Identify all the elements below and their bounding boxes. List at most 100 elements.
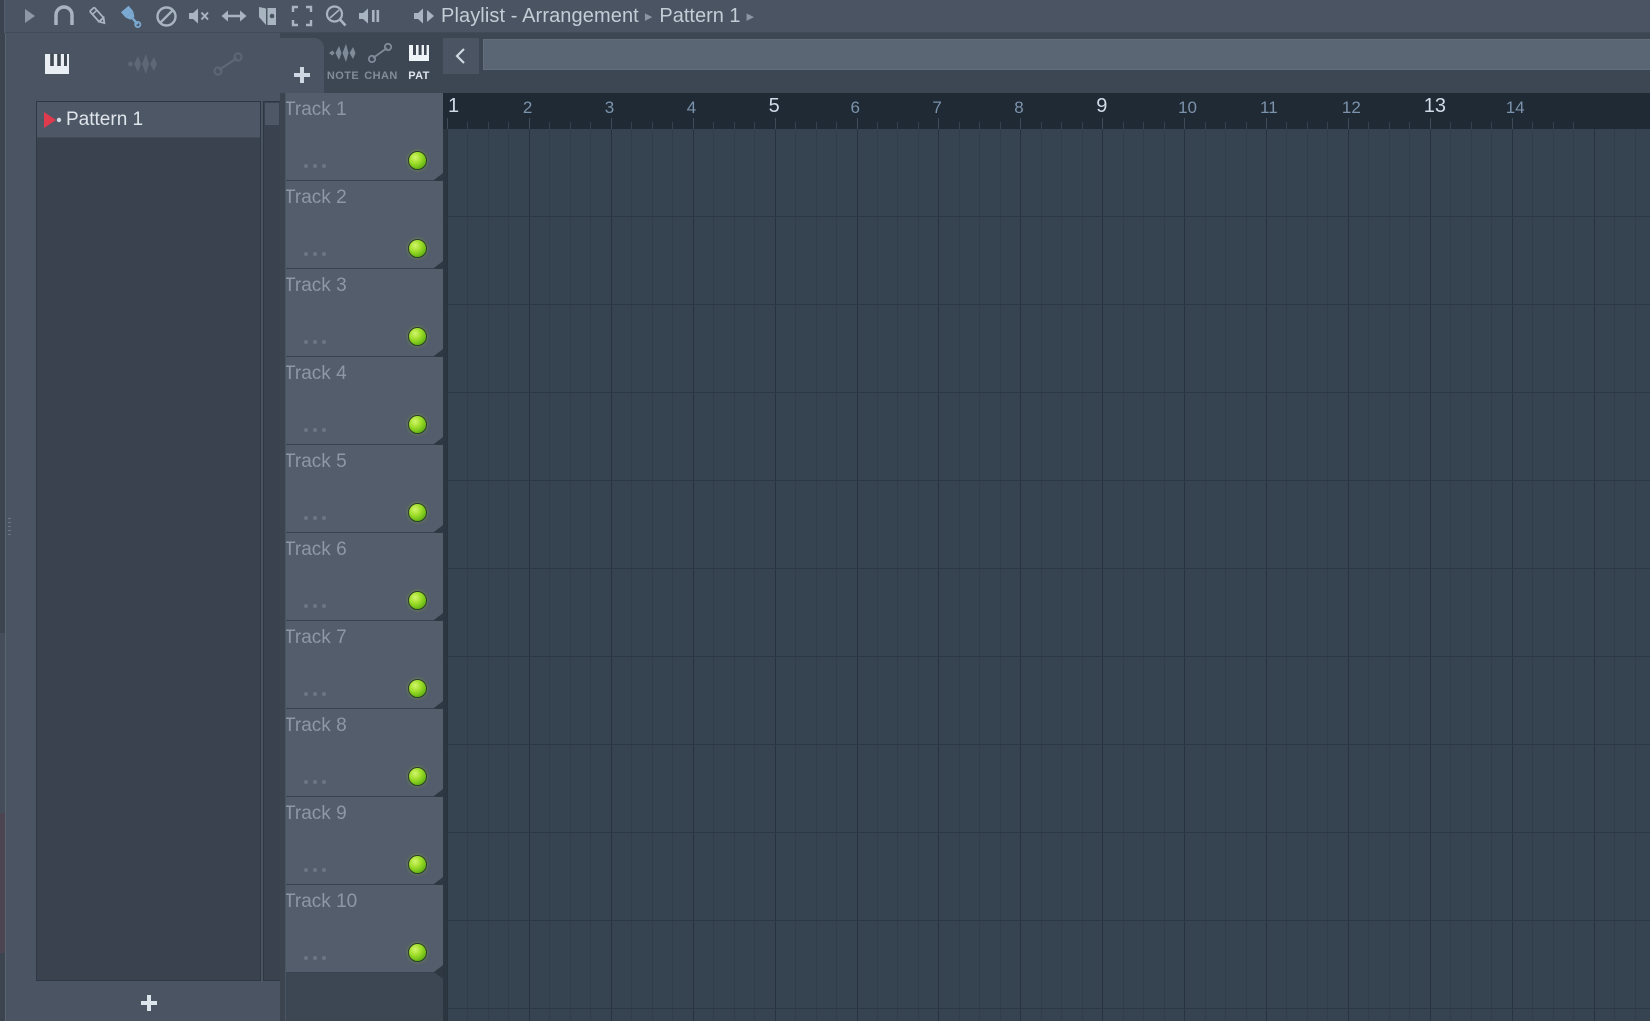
mute-tool-icon[interactable] xyxy=(183,0,217,33)
track-enable-led[interactable] xyxy=(408,415,427,434)
ruler-tick xyxy=(1512,118,1513,129)
track-options-icon[interactable] xyxy=(304,340,326,344)
pencil-tool-icon[interactable] xyxy=(81,0,115,33)
picker-tab-automation[interactable] xyxy=(210,45,248,83)
track-enable-led[interactable] xyxy=(408,767,427,786)
track-header[interactable]: Track 6 xyxy=(280,533,443,627)
ruler-tick xyxy=(1389,122,1390,129)
grid-track-separator xyxy=(443,392,1650,393)
track-enable-led[interactable] xyxy=(408,591,427,610)
track-header[interactable]: Track 3 xyxy=(280,269,443,363)
playlist-grid[interactable] xyxy=(443,129,1650,1021)
speaker-menu-icon[interactable] xyxy=(407,0,441,33)
track-header[interactable]: Track 5 xyxy=(280,445,443,539)
draw-tool-icon[interactable] xyxy=(13,0,47,33)
ruler-tick xyxy=(816,122,817,129)
grid-beat-line xyxy=(1123,129,1124,1021)
track-name-label: Track 3 xyxy=(284,275,347,296)
track-options-icon[interactable] xyxy=(304,868,326,872)
track-options-icon[interactable] xyxy=(304,692,326,696)
track-header[interactable]: Track 7 xyxy=(280,621,443,715)
grid-beat-line xyxy=(816,129,817,1021)
grid-beat-line xyxy=(508,129,509,1021)
breadcrumb-pattern-name: Pattern 1 xyxy=(659,4,741,27)
picker-tab-pattern[interactable] xyxy=(38,45,76,83)
track-header[interactable]: Track 1 xyxy=(280,93,443,187)
track-enable-led[interactable] xyxy=(408,943,427,962)
track-enable-led[interactable] xyxy=(408,151,427,170)
track-options-icon[interactable] xyxy=(304,780,326,784)
track-enable-led[interactable] xyxy=(408,855,427,874)
add-arrangement-tab[interactable] xyxy=(280,38,324,93)
grid-beat-line xyxy=(1000,129,1001,1021)
chevron-left-icon xyxy=(455,48,465,64)
track-options-icon[interactable] xyxy=(304,604,326,608)
track-options-icon[interactable] xyxy=(304,516,326,520)
picker-tab-audio[interactable] xyxy=(124,45,162,83)
ruler-tick xyxy=(857,118,858,129)
ruler-tick xyxy=(1327,122,1328,129)
grid-beat-line xyxy=(1143,129,1144,1021)
playlist-time-ruler[interactable]: 1 2 3 4 5 6 7 8 9 10 11 12 13 14 xyxy=(443,93,1650,129)
tab-pat[interactable]: PAT xyxy=(400,33,438,93)
magnet-snap-icon[interactable] xyxy=(47,0,81,33)
track-enable-led[interactable] xyxy=(408,679,427,698)
slip-tool-icon[interactable] xyxy=(217,0,251,33)
piano-keys-icon xyxy=(405,38,433,68)
ruler-tick xyxy=(1368,122,1369,129)
track-options-icon[interactable] xyxy=(304,252,326,256)
track-header[interactable]: Track 8 xyxy=(280,709,443,803)
grid-beat-line xyxy=(1061,129,1062,1021)
ruler-tick xyxy=(713,122,714,129)
grid-beat-line xyxy=(1450,129,1451,1021)
ruler-tick xyxy=(734,122,735,129)
grid-beat-line xyxy=(1573,129,1574,1021)
window-left-splitter[interactable] xyxy=(0,33,16,1021)
pattern-name-label: Pattern 1 xyxy=(66,108,144,130)
track-options-icon[interactable] xyxy=(304,164,326,168)
track-resize-notch-icon[interactable] xyxy=(434,965,443,979)
slice-tool-icon[interactable] xyxy=(251,0,285,33)
track-header[interactable]: Track 4 xyxy=(280,357,443,451)
track-options-icon[interactable] xyxy=(304,956,326,960)
track-enable-led[interactable] xyxy=(408,327,427,346)
track-name-label: Track 4 xyxy=(284,363,347,384)
ruler-tick xyxy=(611,118,612,129)
tab-chan[interactable]: CHAN xyxy=(362,33,400,93)
grid-beat-line xyxy=(1409,129,1410,1021)
add-pattern-button[interactable] xyxy=(36,985,261,1021)
paint-tool-icon[interactable] xyxy=(115,0,149,33)
grid-bar-line xyxy=(1348,129,1349,1021)
grid-beat-line xyxy=(672,129,673,1021)
select-tool-icon[interactable] xyxy=(285,0,319,33)
tab-note[interactable]: NOTE xyxy=(324,33,362,93)
grid-beat-line xyxy=(549,129,550,1021)
track-header[interactable]: Track 9 xyxy=(280,797,443,891)
play-marker-icon[interactable] xyxy=(42,109,64,131)
track-options-icon[interactable] xyxy=(304,428,326,432)
pattern-list[interactable]: Pattern 1 xyxy=(36,101,261,981)
grid-bar-line xyxy=(1184,129,1185,1021)
toolbar-left-edge xyxy=(0,0,5,33)
track-header[interactable]: Track 10 xyxy=(280,885,443,979)
playback-tool-icon[interactable] xyxy=(353,0,387,33)
track-enable-led[interactable] xyxy=(408,239,427,258)
grid-track-separator xyxy=(443,920,1650,921)
grid-beat-line xyxy=(1327,129,1328,1021)
collapse-picker-button[interactable] xyxy=(443,38,479,74)
delete-tool-icon[interactable] xyxy=(149,0,183,33)
grid-beat-line xyxy=(1389,129,1390,1021)
ruler-tick xyxy=(1041,122,1042,129)
pattern-list-scroll-thumb[interactable] xyxy=(265,103,279,125)
plus-icon xyxy=(140,995,157,1011)
zoom-tool-icon[interactable] xyxy=(319,0,353,33)
ruler-tick xyxy=(1164,122,1165,129)
track-header[interactable]: Track 2 xyxy=(280,181,443,275)
splitter-grip-icon[interactable] xyxy=(8,518,12,542)
playlist-hscroll-thumb[interactable] xyxy=(483,39,1650,70)
breadcrumb-separator-1: ▸ xyxy=(644,8,653,25)
pattern-list-item[interactable]: Pattern 1 xyxy=(37,102,260,138)
pattern-list-scrollbar[interactable] xyxy=(263,101,281,981)
ruler-tick xyxy=(590,122,591,129)
track-enable-led[interactable] xyxy=(408,503,427,522)
